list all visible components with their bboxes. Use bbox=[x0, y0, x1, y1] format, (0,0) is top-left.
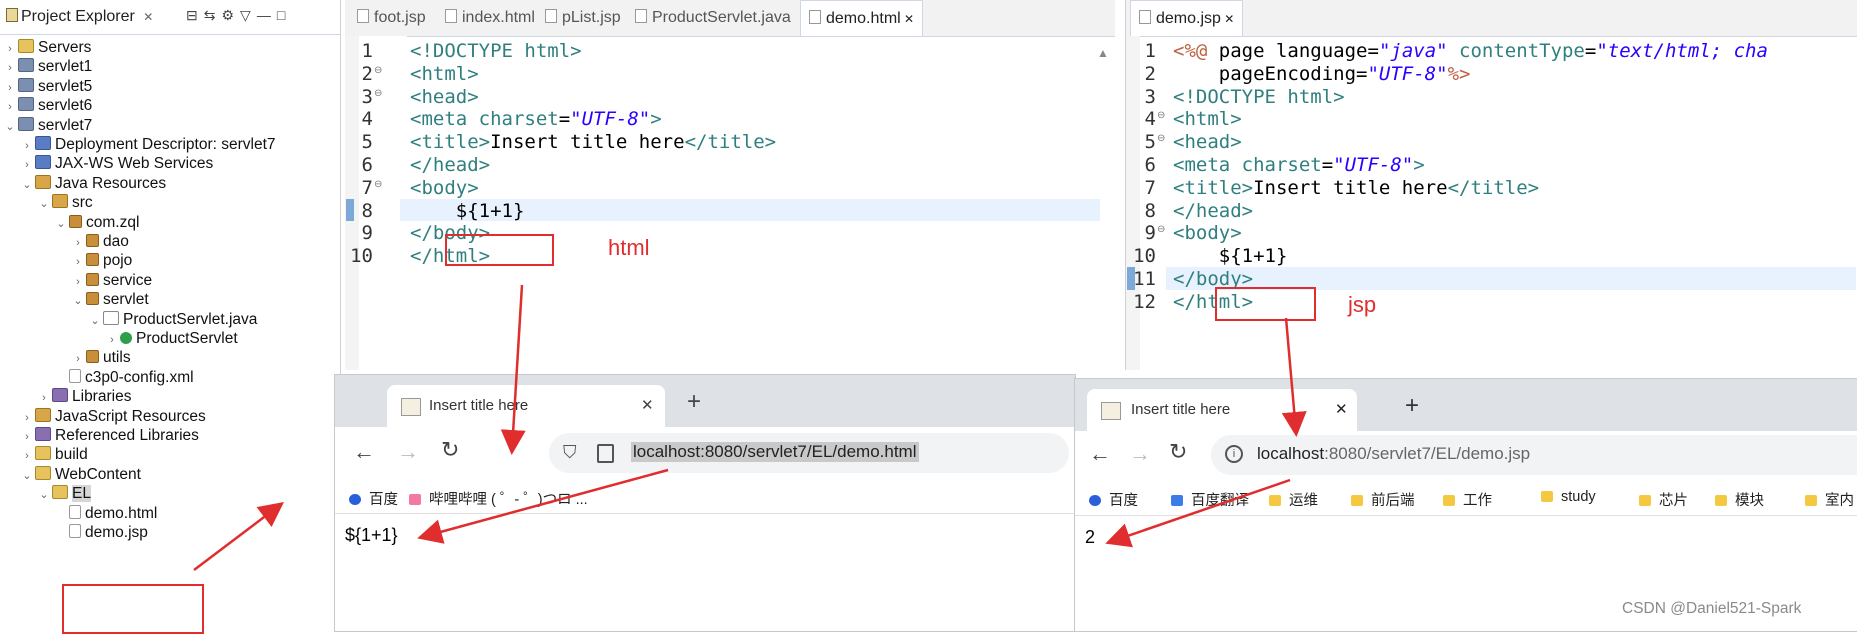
arrow-files-to-browser bbox=[193, 501, 284, 571]
annotation-arrows bbox=[193, 284, 1307, 571]
arrow-url-to-result-jsp bbox=[1105, 478, 1291, 548]
arrow-html-to-browser bbox=[500, 284, 526, 455]
arrow-jsp-to-browser bbox=[1281, 317, 1307, 437]
watermark: CSDN @Daniel521-Spark bbox=[1622, 600, 1802, 617]
arrow-url-to-result-html bbox=[417, 468, 669, 544]
